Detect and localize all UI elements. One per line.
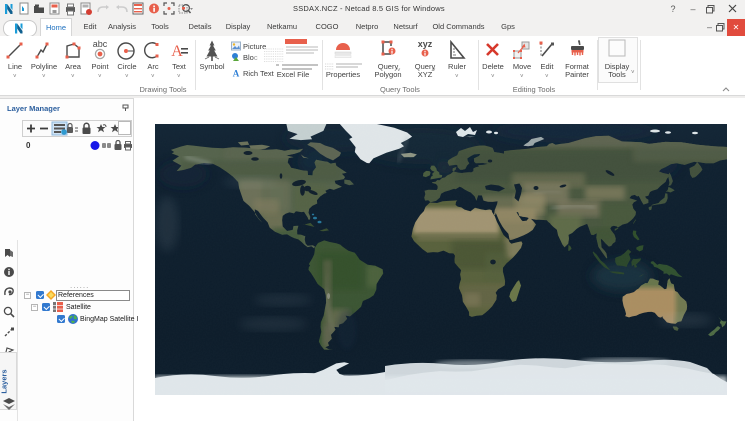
svg-text:xyz: xyz	[418, 39, 433, 49]
svg-text:abc: abc	[93, 40, 108, 49]
svg-text:A: A	[171, 43, 183, 60]
svg-text:A: A	[233, 69, 240, 79]
